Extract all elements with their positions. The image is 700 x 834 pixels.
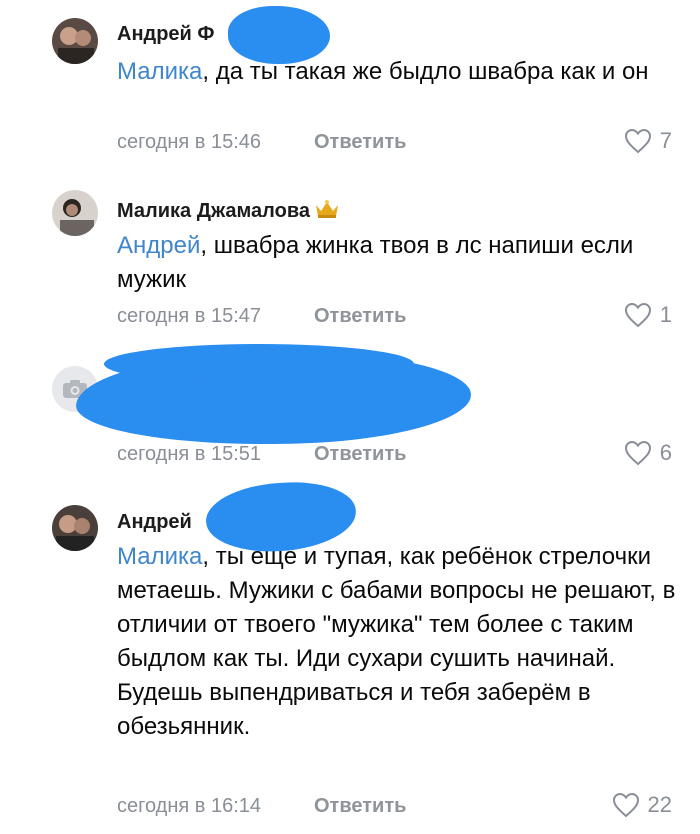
like-button[interactable]: 1 xyxy=(624,302,672,328)
comment-time: сегодня в 15:46 xyxy=(117,131,261,153)
reply-button[interactable]: Ответить xyxy=(314,305,406,328)
comment-author[interactable]: Андрей xyxy=(117,511,192,534)
comment-text: Малика, да ты такая же быдло швабра как … xyxy=(117,55,677,89)
like-button[interactable]: 6 xyxy=(624,440,672,466)
reply-button[interactable]: Ответить xyxy=(314,795,406,818)
like-count: 22 xyxy=(647,792,672,817)
comment-text: Малика, ты ещё и тупая, как ребёнок стре… xyxy=(117,540,677,744)
avatar[interactable] xyxy=(52,505,98,551)
like-count: 6 xyxy=(659,440,672,465)
heart-icon xyxy=(624,302,652,328)
like-count: 7 xyxy=(659,128,672,153)
comment-body: , ты ещё и тупая, как ребёнок стрелочки … xyxy=(117,543,676,740)
heart-icon xyxy=(624,440,652,466)
author-name[interactable]: Малика Джамалова xyxy=(117,200,310,222)
heart-icon xyxy=(624,128,652,154)
like-button[interactable]: 22 xyxy=(612,792,672,818)
reply-button[interactable]: Ответить xyxy=(314,443,406,466)
comment-author[interactable]: Малика Джамалова xyxy=(117,199,340,225)
comment-text: Андрей, швабра жинка твоя в лс напиши ес… xyxy=(117,229,677,297)
mention-link[interactable]: Малика xyxy=(117,543,202,570)
heart-icon xyxy=(612,792,640,818)
redaction-mark xyxy=(228,6,330,64)
comment-author[interactable]: Андрей Ф xyxy=(117,23,214,46)
redaction-mark xyxy=(104,344,414,384)
comment-time: сегодня в 16:14 xyxy=(117,795,261,817)
comment-time: сегодня в 15:51 xyxy=(117,443,261,465)
mention-link[interactable]: Малика xyxy=(117,58,202,85)
avatar[interactable] xyxy=(52,18,98,64)
mention-link[interactable]: Андрей xyxy=(117,232,200,259)
like-count: 1 xyxy=(659,302,672,327)
like-button[interactable]: 7 xyxy=(624,128,672,154)
avatar[interactable] xyxy=(52,190,98,236)
comment-time: сегодня в 15:47 xyxy=(117,305,261,327)
crown-icon xyxy=(314,199,340,225)
reply-button[interactable]: Ответить xyxy=(314,131,406,154)
